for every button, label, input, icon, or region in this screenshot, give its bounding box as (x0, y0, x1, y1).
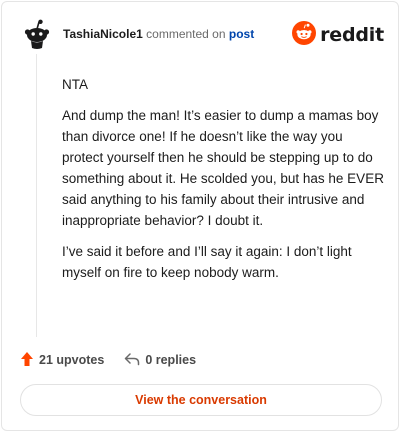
comment-header: TashiaNicole1 commented on post reddit (20, 18, 384, 50)
post-link[interactable]: post (229, 27, 254, 41)
comment-actions: 21 upvotes 0 replies (20, 350, 196, 370)
comment-body: NTA And dump the man! It’s easier to dum… (62, 74, 384, 293)
reddit-brand[interactable]: reddit (292, 20, 384, 50)
comment-paragraph: I’ve said it before and I’ll say it agai… (62, 244, 352, 280)
thread-line (36, 54, 37, 337)
comment-embed-card: TashiaNicole1 commented on post reddit N… (1, 1, 399, 431)
author-line: TashiaNicole1 commented on post (63, 27, 254, 41)
snoo-avatar-icon[interactable] (20, 18, 52, 50)
comment-paragraph: NTA (62, 77, 88, 92)
reply-count: 0 replies (145, 353, 197, 367)
reddit-logo-icon (292, 20, 317, 50)
reddit-wordmark: reddit (320, 24, 384, 46)
upvote-action[interactable]: 21 upvotes (20, 351, 104, 370)
reply-action[interactable]: 0 replies (124, 352, 196, 369)
view-conversation-button[interactable]: View the conversation (20, 384, 382, 416)
commented-on-text: commented on (146, 27, 226, 41)
comment-paragraph: And dump the man! It’s easier to dump a … (62, 108, 384, 228)
upvote-count: 21 upvotes (39, 353, 105, 367)
reply-arrow-icon[interactable] (124, 352, 140, 369)
author-name[interactable]: TashiaNicole1 (63, 27, 143, 41)
upvote-arrow-icon[interactable] (20, 351, 34, 370)
